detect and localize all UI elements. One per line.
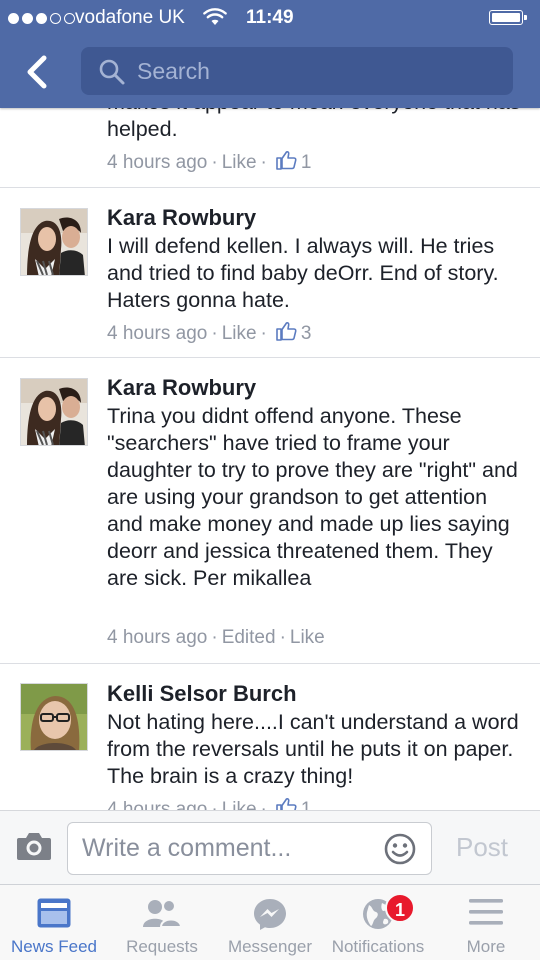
thumbs-up-icon — [275, 797, 297, 810]
comment-timestamp: 4 hours ago — [107, 323, 208, 344]
wifi-icon — [203, 8, 227, 32]
navigation-header: vodafone UK 11:49 Search — [0, 0, 540, 108]
thumbs-up-icon — [275, 321, 297, 347]
emoji-button[interactable] — [384, 833, 416, 865]
comment-text: Trina you didnt offend anyone. These "se… — [107, 404, 518, 590]
comment-timestamp: 4 hours ago — [107, 627, 208, 648]
tab-label: More — [466, 937, 506, 956]
notification-badge: 1 — [385, 893, 415, 923]
search-icon — [99, 59, 125, 85]
comment-timestamp: 4 hours ago — [107, 152, 208, 173]
post-button[interactable]: Post — [456, 832, 508, 863]
separator-dot: · — [211, 323, 218, 344]
separator-dot: · — [260, 323, 267, 344]
comment-composer: Write a comment... Post — [0, 810, 540, 884]
like-count: 1 — [300, 799, 312, 810]
comment-author[interactable]: Kara Rowbury — [107, 375, 256, 401]
thumbs-up-icon — [275, 150, 297, 176]
separator-dot: · — [211, 152, 218, 173]
tab-label: Requests — [126, 937, 198, 956]
comment-text: Not hating here....I can't understand a … — [107, 710, 519, 788]
comment-timestamp: 4 hours ago — [107, 799, 208, 810]
news-feed-icon — [36, 897, 72, 934]
comment-text: I will defend kellen. I always will. He … — [107, 234, 499, 312]
comment-input[interactable]: Write a comment... — [67, 822, 432, 875]
comment-author[interactable]: Kara Rowbury — [107, 205, 256, 231]
camera-icon — [17, 833, 51, 860]
avatar[interactable] — [20, 208, 88, 276]
camera-button[interactable] — [16, 831, 52, 861]
search-input[interactable]: Search — [81, 47, 513, 95]
tab-notifications[interactable]: 1 Notifications — [324, 885, 432, 961]
tab-requests[interactable]: Requests — [108, 885, 216, 961]
search-placeholder: Search — [137, 58, 210, 84]
comment-feed[interactable]: makes it appear to mean everyone that ha… — [0, 0, 540, 810]
edited-label[interactable]: Edited — [222, 627, 276, 649]
like-link[interactable]: Like — [222, 799, 257, 810]
tab-label: Notifications — [331, 937, 425, 956]
comment-meta: 4 hours ago · Like · 3 — [107, 321, 311, 347]
divider — [0, 357, 540, 358]
smiley-icon — [384, 833, 416, 865]
tab-label: Messenger — [227, 937, 313, 956]
signal-strength-icon — [8, 13, 75, 24]
status-bar: vodafone UK 11:49 — [0, 0, 540, 36]
divider — [0, 187, 540, 188]
hamburger-icon — [468, 897, 504, 932]
tab-news-feed[interactable]: News Feed — [0, 885, 108, 961]
comment-meta: 4 hours ago · Like · 1 — [107, 797, 311, 810]
carrier-name: vodafone UK — [75, 7, 185, 28]
divider — [0, 663, 540, 664]
like-link[interactable]: Like — [222, 323, 257, 345]
back-button[interactable] — [18, 50, 58, 94]
comment-meta: 4 hours ago · Like · 1 — [107, 150, 311, 176]
like-count: 1 — [300, 152, 312, 173]
like-count: 3 — [300, 323, 312, 344]
comment-placeholder: Write a comment... — [82, 834, 292, 862]
separator-dot: · — [260, 152, 267, 173]
avatar[interactable] — [20, 683, 88, 751]
separator-dot: · — [211, 627, 218, 648]
back-chevron-icon — [27, 55, 47, 89]
comment-meta: 4 hours ago · Edited · Like — [107, 627, 325, 649]
like-link[interactable]: Like — [222, 152, 257, 174]
tab-bar: News Feed Requests Messenger 1 Notificat… — [0, 884, 540, 960]
tab-label: News Feed — [11, 937, 97, 956]
separator-dot: · — [260, 799, 267, 810]
battery-icon — [489, 10, 527, 25]
comment-author[interactable]: Kelli Selsor Burch — [107, 681, 297, 707]
tab-messenger[interactable]: Messenger — [216, 885, 324, 961]
messenger-icon — [252, 897, 288, 936]
like-link[interactable]: Like — [290, 627, 325, 649]
tab-more[interactable]: More — [432, 885, 540, 961]
separator-dot: · — [279, 627, 286, 648]
friend-requests-icon — [141, 897, 183, 934]
avatar[interactable] — [20, 378, 88, 446]
status-time: 11:49 — [246, 7, 294, 28]
separator-dot: · — [211, 799, 218, 810]
